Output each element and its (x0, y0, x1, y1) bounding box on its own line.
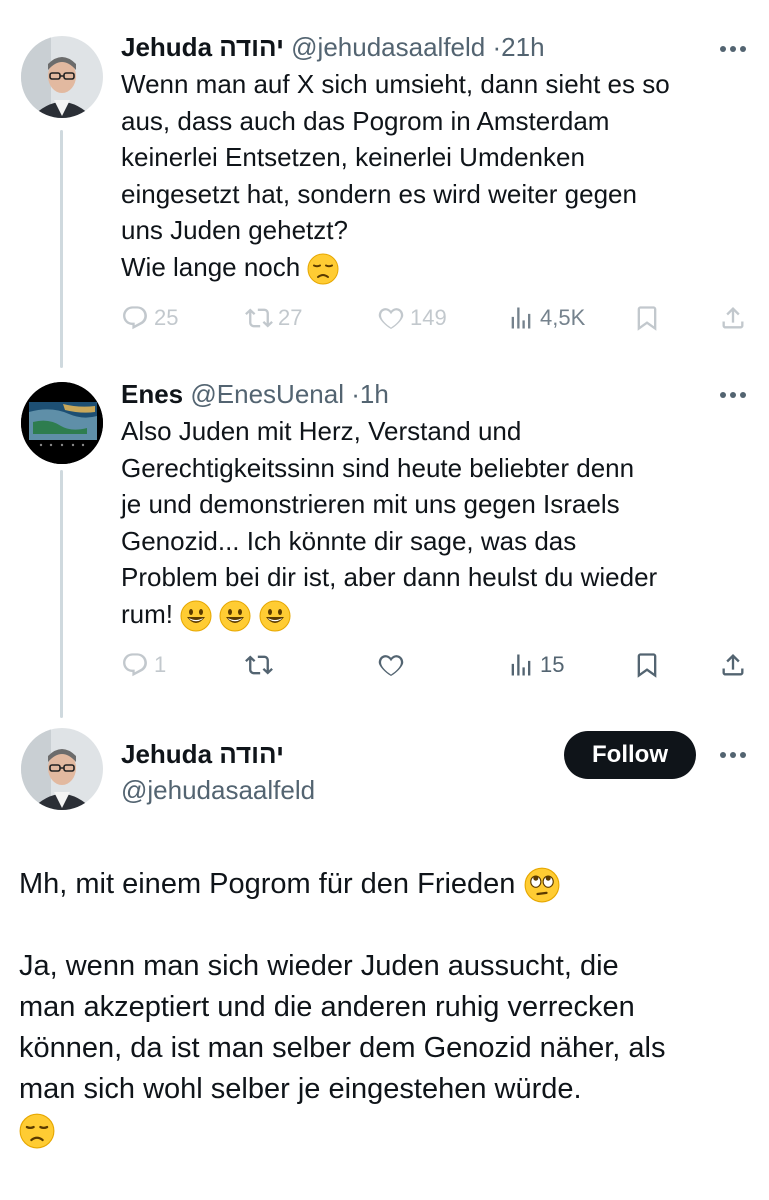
tweet-text-line-last: rum! (121, 596, 751, 633)
profile-photo-icon (21, 382, 103, 464)
paragraph: Mh, mit einem Pogrom für den Frieden (19, 864, 754, 905)
thread-line (60, 470, 63, 718)
timestamp[interactable]: 1h (360, 379, 389, 409)
profile-photo-icon (21, 36, 103, 118)
views-count: 15 (540, 652, 565, 677)
face-with-rolling-eyes-emoji-icon (524, 867, 560, 903)
tweet-text-line: eingesetzt hat, sondern es wird weiter g… (121, 178, 637, 209)
profile-photo-icon (21, 728, 103, 810)
separator-dot: · (492, 32, 502, 62)
share-icon (719, 651, 747, 679)
more-options-icon[interactable] (719, 44, 747, 54)
tweet-text-line: Wenn man auf X sich umsieht, dann sieht … (121, 69, 670, 99)
share-icon (719, 304, 747, 332)
tweet-text: Wenn man auf X sich umsieht, dann sieht … (121, 66, 751, 285)
main-text-line: man sich wohl selber je eingestehen würd… (19, 1073, 582, 1105)
avatar[interactable] (21, 382, 103, 464)
tweet-text-line: Also Juden mit Herz, Verstand und (121, 416, 522, 446)
avatar[interactable] (21, 36, 103, 118)
repost-icon (245, 651, 273, 679)
tweet-header: Enes @EnesUenal ·1h (121, 377, 751, 411)
views-button[interactable]: 4,5K (507, 304, 585, 332)
views-icon (507, 304, 535, 332)
disappointed-face-emoji-icon (19, 1113, 55, 1149)
disappointed-face-emoji-icon (307, 253, 339, 285)
share-button[interactable] (719, 651, 747, 679)
views-button[interactable]: 15 (507, 651, 564, 679)
tweet-text: Also Juden mit Herz, Verstand und Gerech… (121, 413, 751, 632)
timestamp[interactable]: 21h (501, 32, 544, 62)
tweet-text-line: Problem bei dir ist, aber dann heulst du… (121, 562, 658, 592)
thread-line (60, 130, 63, 368)
tweet-text-line: aus, dass auch das Pogrom in Amsterdam (121, 105, 610, 136)
main-text-line: Ja, wenn man sich wieder Juden aussucht,… (19, 950, 619, 982)
tweet-text-line: je und demonstrieren mit uns gegen Israe… (121, 489, 620, 519)
main-text-line: können, da ist man selber dem Genozid nä… (19, 1032, 666, 1064)
views-count: 4,5K (540, 305, 586, 330)
main-text-line: man akzeptiert und die anderen ruhig ver… (19, 991, 635, 1023)
handle-line: @jehudasaalfeld (121, 773, 541, 807)
tweet-text-line: Genozid... Ich könnte dir sage, was das (121, 525, 577, 556)
reply-count: 1 (154, 652, 167, 677)
reply-icon (121, 651, 149, 679)
bookmark-icon (633, 651, 661, 679)
bookmark-button[interactable] (633, 304, 661, 332)
share-button[interactable] (719, 304, 747, 332)
like-button[interactable] (377, 651, 405, 679)
tweet-text-line: keinerlei Entsetzen, keinerlei Umdenken (121, 142, 585, 172)
handle[interactable]: @EnesUenal (190, 379, 344, 409)
grinning-face-emoji-icon (219, 600, 251, 632)
tweet-actions-right: 4,5K (121, 304, 751, 338)
tweet-text-line-last: Wie lange noch (121, 249, 751, 286)
grinning-face-emoji-icon (180, 600, 212, 632)
tweet-text-line: rum! (121, 598, 173, 629)
tweet-text-line: uns Juden gehetzt? (121, 215, 348, 245)
separator-dot: · (351, 379, 360, 409)
heart-icon (377, 651, 405, 679)
display-name[interactable]: Jehuda יהודה (121, 32, 284, 62)
more-options-icon[interactable] (719, 750, 747, 760)
tweet[interactable]: Enes @EnesUenal ·1h Also Juden mit Herz,… (121, 377, 751, 632)
reply-button[interactable]: 1 (121, 651, 166, 679)
follow-button[interactable]: Follow (564, 731, 696, 779)
tweet-text-line: Wie lange noch (121, 251, 301, 282)
display-name[interactable]: Enes (121, 379, 183, 409)
main-text-line: Mh, mit einem Pogrom für den Frieden (19, 868, 516, 900)
display-name[interactable]: Jehuda יהודה (121, 739, 284, 769)
grinning-face-emoji-icon (259, 600, 291, 632)
views-icon (507, 651, 535, 679)
handle[interactable]: @jehudasaalfeld (291, 32, 485, 62)
main-tweet-header: Jehuda יהודה @jehudasaalfeld (121, 737, 541, 807)
main-tweet-text: Mh, mit einem Pogrom für den Frieden Ja,… (19, 864, 754, 1151)
emoji-line (19, 1110, 754, 1151)
tweet-actions: 1 15 (121, 651, 751, 685)
bookmark-button[interactable] (633, 651, 661, 679)
tweet[interactable]: Jehuda יהודה @jehudasaalfeld ·21h Wenn m… (121, 30, 751, 285)
more-options-icon[interactable] (719, 390, 747, 400)
bookmark-icon (633, 304, 661, 332)
avatar[interactable] (21, 728, 103, 810)
display-name-line: Jehuda יהודה (121, 737, 541, 771)
repost-button[interactable] (245, 651, 273, 679)
handle[interactable]: @jehudasaalfeld (121, 775, 315, 805)
tweet-header: Jehuda יהודה @jehudasaalfeld ·21h (121, 30, 751, 64)
tweet-text-line: Gerechtigkeitssinn sind heute beliebter … (121, 452, 635, 483)
